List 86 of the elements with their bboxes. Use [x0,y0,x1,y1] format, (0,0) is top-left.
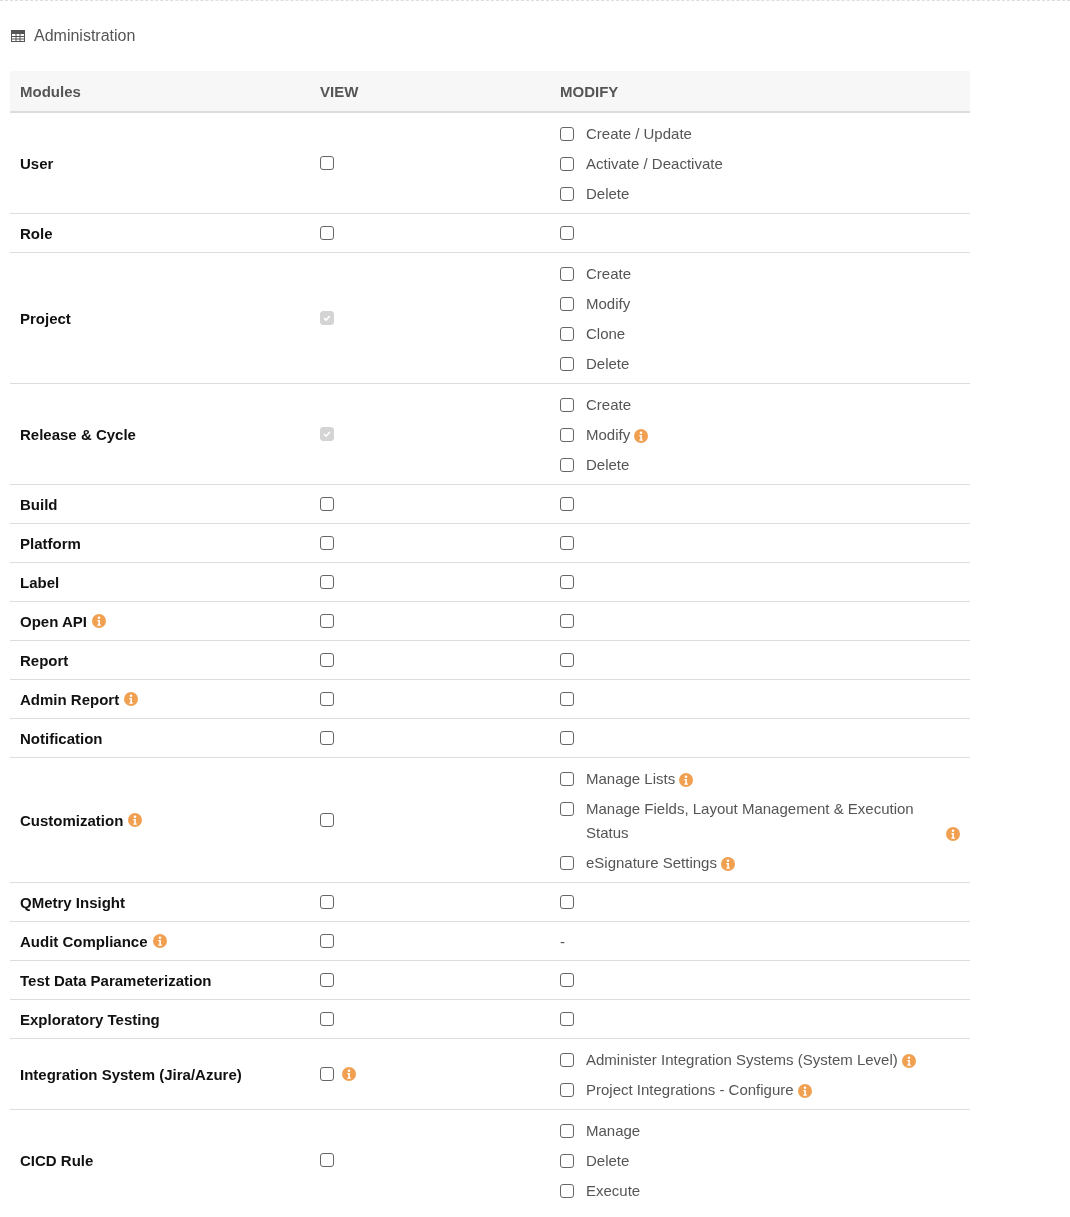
option-label: Administer Integration Systems (System Level) [586,1050,898,1070]
column-header: VIEW [320,82,359,100]
column-header: Modules [20,82,81,100]
option-label: eSignature Settings [586,853,717,873]
checkbox[interactable] [560,536,574,550]
module-name: Admin Report [20,690,120,708]
checkbox[interactable] [560,497,574,511]
checkbox[interactable] [320,1067,334,1081]
option-label: Modify [586,294,631,314]
module-name: Label [20,573,60,591]
option-label: Create / Update [586,124,692,144]
module-name: CICD Rule [20,1151,94,1169]
checkbox[interactable] [560,1012,574,1026]
option-label: Project Integrations - Configure [586,1080,794,1100]
checkbox[interactable] [560,1124,574,1138]
module-name: Report [20,651,69,669]
checkbox[interactable] [320,575,334,589]
checkbox[interactable] [320,653,334,667]
module-name: Project [20,309,71,327]
option-label: Activate / Deactivate [586,154,723,174]
module-name: Build [20,495,58,513]
option-label: Clone [586,324,626,344]
checkbox[interactable] [560,1184,574,1198]
module-name: Test Data Parameterization [20,971,212,989]
module-name: Release & Cycle [20,425,136,443]
module-name: Integration System (Jira/Azure) [20,1065,242,1083]
checkbox[interactable] [560,398,574,412]
module-name: User [20,154,54,172]
checkbox[interactable] [560,297,574,311]
checkbox[interactable] [560,731,574,745]
checkbox[interactable] [320,156,334,170]
checkbox[interactable] [560,357,574,371]
checkbox[interactable] [560,653,574,667]
checkbox[interactable] [560,614,574,628]
checkbox[interactable] [560,127,574,141]
checkbox[interactable] [320,813,334,827]
checkbox[interactable] [560,802,574,816]
module-name: Open API [20,612,87,630]
checkbox[interactable] [560,226,574,240]
checkbox[interactable] [320,1153,334,1167]
checkbox[interactable] [320,692,334,706]
checkbox[interactable] [560,856,574,870]
section-title: Administration [34,27,136,45]
option-label: Create [586,395,632,415]
checkbox[interactable] [560,157,574,171]
module-name: Audit Compliance [20,932,148,950]
checkbox[interactable] [560,327,574,341]
module-name: QMetry Insight [20,893,125,911]
checkbox[interactable] [560,1053,574,1067]
checkbox[interactable] [560,458,574,472]
module-name: Notification [20,729,103,747]
option-label: Execute [586,1181,641,1201]
module-name: Platform [20,534,81,552]
checkbox[interactable] [560,1083,574,1097]
table-icon [11,30,25,42]
checkbox[interactable] [560,973,574,987]
module-name: Exploratory Testing [20,1010,160,1028]
checkbox[interactable] [320,895,334,909]
option-label: Delete [586,455,630,475]
option-label: Manage [586,1121,641,1141]
checkbox[interactable] [560,895,574,909]
checkbox[interactable] [320,934,334,948]
option-label: Delete [586,184,630,204]
checkbox[interactable] [320,731,334,745]
checkbox[interactable] [560,692,574,706]
checkbox[interactable] [320,536,334,550]
option-label: Modify [586,425,631,445]
checkbox[interactable] [320,614,334,628]
checkbox[interactable] [320,973,334,987]
option-label: Delete [586,354,630,374]
option-label: Delete [586,1151,630,1171]
checkbox[interactable] [320,226,334,240]
checkbox[interactable] [320,497,334,511]
empty-value: - [560,932,565,950]
module-name: Role [20,224,53,242]
checkbox[interactable] [560,187,574,201]
checkbox[interactable] [320,1012,334,1026]
checkbox[interactable] [560,428,574,442]
module-name: Customization [20,811,124,829]
column-header: MODIFY [560,82,619,100]
checkbox[interactable] [560,772,574,786]
option-label: Create [586,264,632,284]
option-label: Manage Lists [586,769,676,789]
checkbox[interactable] [560,267,574,281]
checkbox[interactable] [560,575,574,589]
checkbox[interactable] [560,1154,574,1168]
